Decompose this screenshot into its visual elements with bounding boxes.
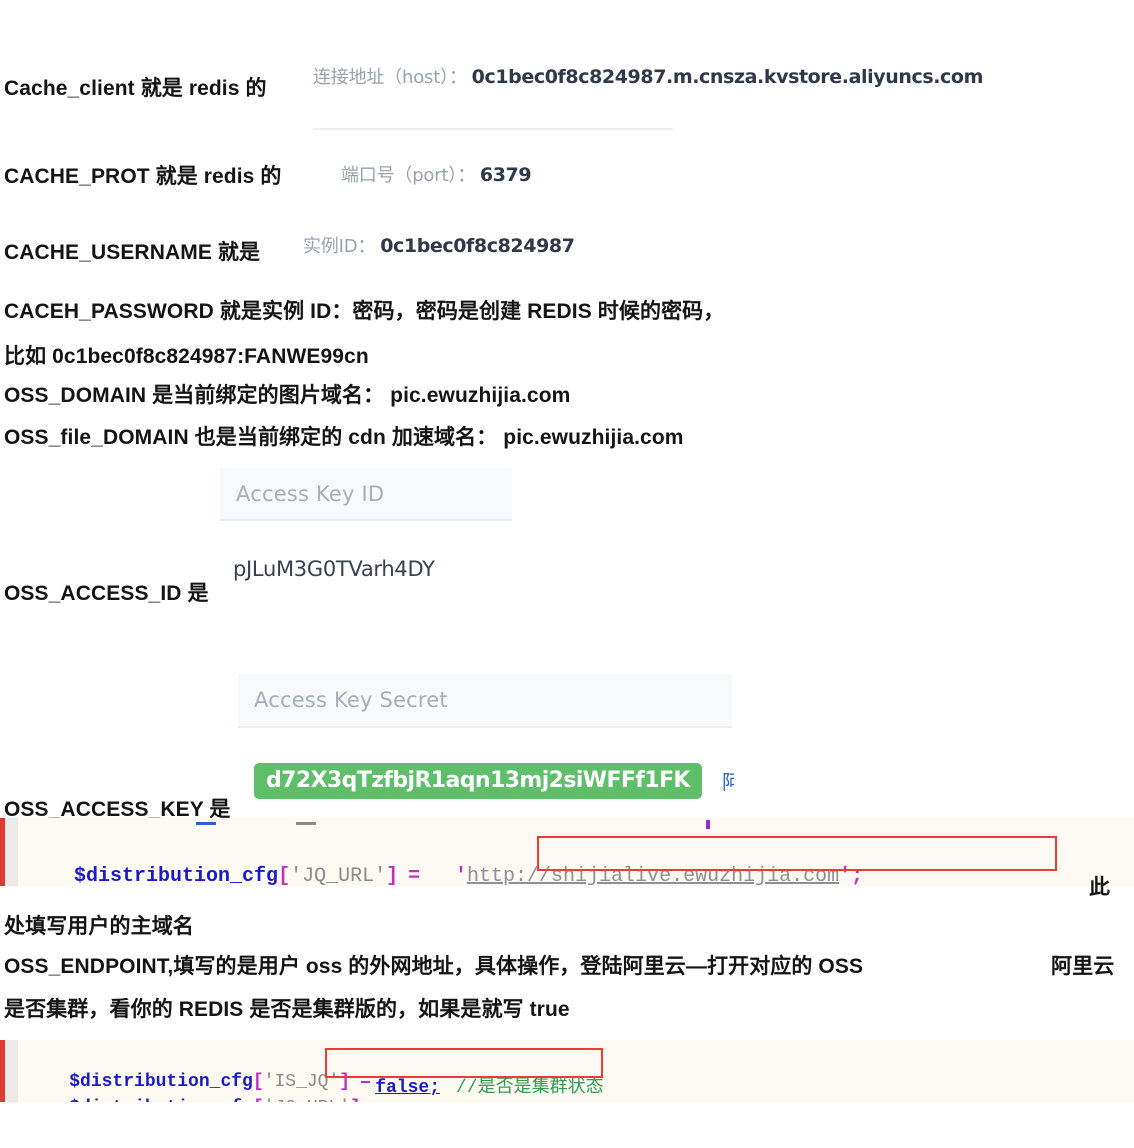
line-oss-endpoint-overlap: 阿里云 [1051, 955, 1115, 978]
console-host-divider [313, 128, 673, 130]
annotation-redbox-jq-url [537, 836, 1057, 871]
access-key-id-placeholder: Access Key ID [236, 481, 385, 506]
annotation-redbox-is-jq [325, 1048, 603, 1078]
code-gutter-strip [5, 818, 18, 886]
code-fold-tick-right [296, 822, 316, 825]
console-host-label: 连接地址（host） [313, 67, 449, 88]
code-key: 'JQ_URL' [290, 865, 387, 886]
console-instance-value: 0c1bec0f8c824987 [380, 235, 575, 257]
console-port-label: 端口号（port） [341, 165, 458, 186]
access-key-secret-value-highlight: d72X3qTzfbjR1aqn13mj2siWFFf1FK [254, 763, 702, 799]
console-instance-colon: ： [357, 235, 377, 257]
console-port-colon: ： [457, 164, 476, 186]
access-key-id-input[interactable]: Access Key ID [220, 468, 512, 521]
code-row-jq-url-2-value: 'http://live.521dn.com';//集群的网址 http://开… [345, 1078, 1104, 1102]
code-row-jq-url-2: $distribution_cfg['JQ_URL']= [26, 1078, 382, 1102]
console-host-colon: ： [448, 66, 468, 88]
console-port-value: 6379 [479, 164, 532, 186]
line-cache-prot: CACHE_PROT 就是 redis 的 [4, 165, 282, 188]
line-cache-username: CACHE_USERNAME 就是 [4, 241, 261, 264]
code-gutter-strip-2 [5, 1040, 18, 1102]
line-oss-access-id: OSS_ACCESS_ID 是 [4, 582, 209, 605]
access-key-secret-trailing-char: 阿 [722, 770, 734, 794]
line-is-cluster: 是否集群，看你的 REDIS 是否是集群版的，如果是就写 true [4, 998, 570, 1021]
line-oss-endpoint: OSS_ENDPOINT,填写的是用户 oss 的外网地址，具体操作，登陆阿里云… [4, 955, 864, 978]
line-cache-client: Cache_client 就是 redis 的 [4, 77, 267, 100]
code-open-bracket-jq-url-2: [ [253, 1098, 264, 1102]
code-var-name: $distribution_cfg [74, 865, 279, 886]
console-instance-label: 实例ID [303, 236, 358, 257]
code-key-jq-url-2: 'JQ_URL' [264, 1098, 350, 1102]
code-var-name-jq-url-2: $distribution_cfg [69, 1098, 253, 1102]
code-row-jq-url: $distribution_cfg['JQ_URL'] = [26, 842, 420, 886]
console-instance-fragment: 实例ID： 0c1bec0f8c824987 [303, 231, 575, 258]
console-port-fragment: 端口号（port）： 6379 [341, 160, 532, 187]
access-key-secret-placeholder: Access Key Secret [254, 688, 448, 712]
access-key-secret-input[interactable]: Access Key Secret [238, 674, 732, 728]
line-cache-password-example: 比如 0c1bec0f8c824987:FANWE99cn [4, 345, 369, 368]
code-caret-marker [706, 820, 710, 829]
line-trailing-ci: 此 [1089, 876, 1111, 899]
line-main-domain: 处填写用户的主域名 [4, 915, 194, 938]
line-oss-domain: OSS_DOMAIN 是当前绑定的图片域名： pic.ewuzhijia.com [4, 384, 571, 407]
line-oss-file-domain: OSS_file_DOMAIN 也是当前绑定的 cdn 加速域名： pic.ew… [4, 426, 684, 449]
access-key-id-value: pJLuM3G0TVarh4DY [233, 557, 435, 581]
console-host-value: 0c1bec0f8c824987.m.cnsza.kvstore.aliyunc… [471, 66, 984, 88]
line-cache-password: CACEH_PASSWORD 就是实例 ID：密码，密码是创建 REDIS 时候… [4, 300, 725, 323]
console-host-fragment: 连接地址（host）： 0c1bec0f8c824987.m.cnsza.kvst… [313, 62, 983, 89]
code-open-bracket: [ [278, 865, 291, 886]
code-fold-tick-left [196, 822, 216, 825]
code-quote-open: ' [455, 865, 468, 886]
code-close-bracket: ] [386, 865, 399, 886]
